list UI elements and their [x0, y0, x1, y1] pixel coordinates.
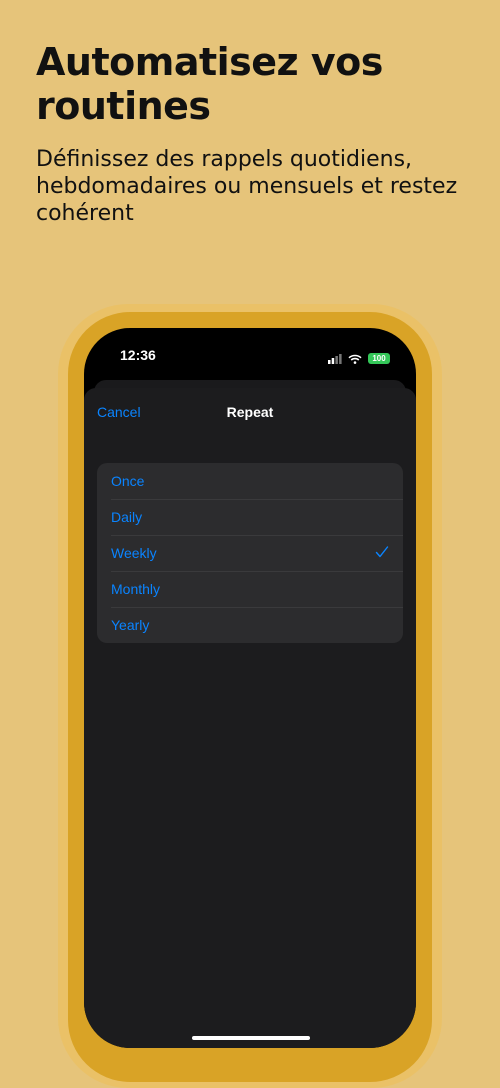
option-label: Monthly — [111, 581, 161, 597]
cancel-button[interactable]: Cancel — [97, 404, 141, 420]
status-time: 12:36 — [120, 347, 156, 363]
battery-icon: 100 — [368, 353, 390, 364]
cellular-signal-icon — [328, 349, 342, 368]
option-label: Yearly — [111, 617, 150, 633]
option-label: Weekly — [111, 545, 157, 561]
marketing-subheadline: Définissez des rappels quotidiens, hebdo… — [36, 147, 458, 226]
home-indicator — [192, 1036, 310, 1040]
repeat-options-list: Once Daily Weekly Monthly Yearly — [97, 463, 403, 643]
repeat-option-daily[interactable]: Daily — [97, 499, 403, 535]
repeat-option-weekly[interactable]: Weekly — [97, 535, 403, 571]
marketing-headline: Automatisez vos routines — [36, 40, 383, 128]
repeat-sheet: Cancel Repeat Once Daily Weekly Monthly — [84, 388, 416, 1048]
repeat-option-yearly[interactable]: Yearly — [97, 607, 403, 643]
option-label: Once — [111, 473, 145, 489]
repeat-option-monthly[interactable]: Monthly — [97, 571, 403, 607]
wifi-icon — [348, 349, 362, 368]
repeat-option-once[interactable]: Once — [97, 463, 403, 499]
checkmark-icon — [375, 545, 389, 562]
phone-screen: 12:36 100 Cancel Repeat Once Daily Weekl… — [84, 328, 416, 1048]
status-icons: 100 — [328, 349, 390, 368]
status-bar: 12:36 100 — [84, 328, 416, 380]
option-label: Daily — [111, 509, 143, 525]
